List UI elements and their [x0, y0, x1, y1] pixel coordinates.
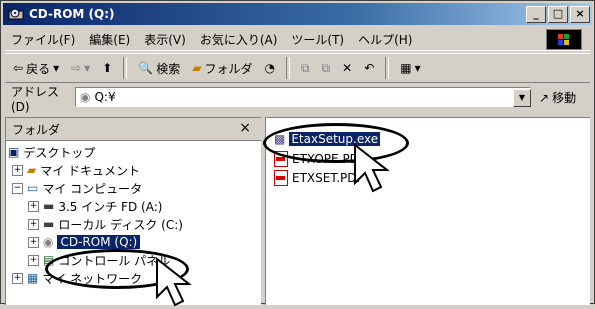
search-button[interactable]: 🔍 検索: [134, 58, 184, 79]
go-button[interactable]: ↗ 移動: [539, 89, 576, 106]
pdf-icon: [274, 170, 288, 186]
explorer-window: CD-ROM (Q:) _ □ × ファイル(F) 編集(E) 表示(V) お気…: [0, 0, 595, 307]
history-button[interactable]: ◔: [260, 59, 278, 77]
expand-icon[interactable]: +: [12, 164, 23, 176]
up-folder-icon: ⬆: [102, 61, 113, 75]
tree-item-my-computer[interactable]: − ▭ マイ コンピュータ: [12, 179, 142, 197]
folders-icon: ▰: [192, 61, 202, 75]
move-to-button[interactable]: ⧉: [297, 59, 314, 78]
cd-drive-icon: ◉: [43, 235, 54, 249]
cd-drive-icon: ◉: [80, 90, 91, 104]
tree-item-cdrom-label: CD-ROM (Q:): [57, 235, 141, 249]
maximize-button[interactable]: □: [548, 6, 568, 23]
views-button[interactable]: ▦ ▾: [396, 59, 424, 77]
separator: [123, 57, 128, 79]
tree-item-floppy[interactable]: + ▬ 3.5 インチ FD (A:): [28, 197, 162, 215]
expand-icon[interactable]: +: [28, 236, 39, 248]
minimize-button[interactable]: _: [526, 6, 546, 23]
forward-button[interactable]: ⇨ ▾: [67, 59, 94, 77]
expand-icon[interactable]: +: [12, 272, 23, 284]
tree-item-local-disk[interactable]: + ▬ ローカル ディスク (C:): [28, 215, 183, 233]
address-label: アドレス(D): [11, 84, 60, 114]
expand-icon[interactable]: +: [28, 218, 39, 230]
menu-view[interactable]: 表示(V): [144, 31, 186, 48]
title-bar[interactable]: CD-ROM (Q:) _ □ ×: [3, 3, 592, 25]
menu-edit[interactable]: 編集(E): [89, 31, 130, 48]
views-icon: ▦: [400, 61, 412, 75]
menu-tools[interactable]: ツール(T): [291, 31, 344, 48]
copy-to-icon: ⧉: [321, 60, 331, 75]
address-bar: アドレス(D) ◉ Q:¥ ▼ ↗ 移動: [5, 84, 590, 114]
tree-item-desktop[interactable]: ▣ デスクトップ: [8, 143, 95, 161]
address-input[interactable]: ◉ Q:¥: [75, 87, 531, 107]
delete-button[interactable]: ✕: [338, 59, 356, 77]
floppy-drive-icon: ▬: [43, 199, 55, 213]
expand-icon[interactable]: +: [28, 200, 39, 212]
collapse-icon[interactable]: −: [12, 182, 23, 194]
hard-disk-icon: ▬: [43, 217, 55, 231]
undo-button[interactable]: ↶: [360, 59, 378, 77]
separator: [285, 57, 290, 79]
dropdown-arrow-icon: ▾: [414, 61, 421, 75]
copy-to-button[interactable]: ⧉: [318, 59, 335, 78]
mouse-pointer-icon: [156, 257, 192, 307]
address-dropdown-button[interactable]: ▼: [513, 89, 531, 107]
address-value: Q:¥: [94, 90, 116, 104]
file-item-etxset[interactable]: ETXSET.PDF: [274, 170, 363, 186]
search-icon: 🔍: [138, 61, 154, 75]
expand-icon[interactable]: +: [28, 254, 39, 266]
computer-icon: ▭: [27, 181, 39, 195]
dropdown-arrow-icon: ▾: [84, 61, 91, 75]
mouse-pointer-icon: [354, 143, 390, 193]
forward-arrow-icon: ⇨: [71, 61, 82, 75]
history-icon: ◔: [264, 61, 275, 75]
up-folder-button[interactable]: ⬆: [98, 59, 116, 77]
tree-item-my-documents[interactable]: + ▰ マイ ドキュメント: [12, 161, 140, 179]
folders-button[interactable]: ▰ フォルダ: [188, 58, 256, 79]
toolbar: ⇦ 戻る ▾ ⇨ ▾ ⬆ 🔍 検索 ▰ フォルダ ◔ ⧉ ⧉ ✕ ↶ ▦ ▾: [5, 53, 590, 83]
go-arrow-icon: ↗: [539, 90, 550, 105]
menu-file[interactable]: ファイル(F): [11, 31, 75, 48]
folders-pane-title: フォルダ: [12, 122, 61, 137]
cd-drive-icon: [8, 8, 24, 20]
menu-favorites[interactable]: お気に入り(A): [200, 31, 278, 48]
folders-pane-header: フォルダ ×: [6, 118, 261, 141]
dropdown-arrow-icon: ▾: [53, 61, 60, 75]
menu-help[interactable]: ヘルプ(H): [358, 31, 412, 48]
desktop-icon: ▣: [8, 145, 20, 159]
undo-icon: ↶: [364, 61, 375, 75]
close-button[interactable]: ×: [570, 6, 590, 23]
delete-icon: ✕: [342, 61, 353, 75]
window-title: CD-ROM (Q:): [29, 7, 115, 21]
separator: [385, 57, 390, 79]
folders-pane-close-button[interactable]: ×: [239, 120, 251, 136]
documents-folder-icon: ▰: [27, 163, 37, 177]
network-icon: ▦: [27, 271, 39, 285]
menu-bar: ファイル(F) 編集(E) 表示(V) お気に入り(A) ツール(T) ヘルプ(…: [5, 28, 590, 51]
move-to-icon: ⧉: [300, 60, 310, 75]
back-arrow-icon: ⇦: [13, 61, 24, 75]
windows-logo-icon: [546, 29, 582, 50]
back-button[interactable]: ⇦ 戻る ▾: [9, 58, 63, 79]
